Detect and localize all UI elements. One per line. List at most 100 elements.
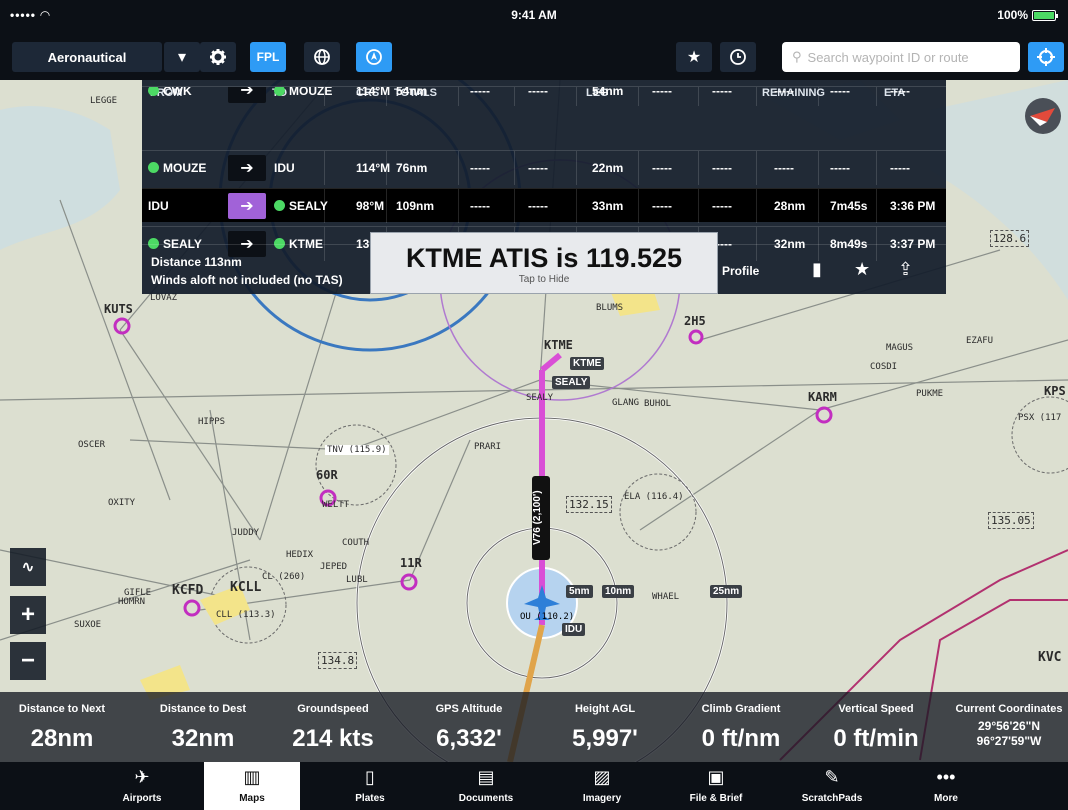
- share-icon[interactable]: ⇪: [898, 259, 913, 280]
- inst-value: 6,332': [436, 725, 502, 752]
- route-draw-button[interactable]: ∿: [10, 548, 46, 586]
- column-divider: [638, 87, 639, 106]
- column-divider: [324, 87, 325, 106]
- inst-groundspeed[interactable]: Groundspeed 214 kts: [268, 692, 398, 753]
- fpl-button[interactable]: FPL: [250, 42, 286, 72]
- inst-distance-next[interactable]: Distance to Next 28nm: [2, 692, 122, 753]
- map-label: SEALY: [526, 393, 554, 403]
- star-icon[interactable]: ★: [854, 259, 870, 280]
- airport-label[interactable]: KARM: [808, 390, 837, 404]
- map-layer-selector[interactable]: Aeronautical: [12, 42, 162, 72]
- search-input[interactable]: [807, 49, 1008, 65]
- flight-bag-icon[interactable]: ▮: [812, 259, 822, 280]
- fpl-totals: 76nm: [396, 161, 428, 175]
- airport-label[interactable]: KCFD: [172, 583, 203, 598]
- map-label: MAGUS: [886, 343, 914, 353]
- inst-value: 28nm: [30, 725, 94, 752]
- waypoint-tag-idu[interactable]: IDU: [562, 623, 586, 636]
- fpl-row[interactable]: MOUZE ➔ IDU 114°M 76nm ----- ----- 22nm ----- ---…: [142, 150, 946, 185]
- column-divider: [876, 151, 877, 185]
- clock-icon: [730, 49, 746, 65]
- fpl-from-text: CWK: [163, 86, 192, 98]
- airport-label[interactable]: 11R: [400, 556, 422, 570]
- fpl-from: MOUZE: [148, 161, 206, 175]
- airport-label[interactable]: KVC: [1038, 650, 1061, 665]
- plates-icon: ▯: [365, 767, 375, 787]
- tab-maps[interactable]: ▥ Maps: [204, 762, 300, 810]
- inst-gps-altitude[interactable]: GPS Altitude 6,332': [404, 692, 534, 753]
- airport-label[interactable]: KPS: [1044, 384, 1066, 398]
- direct-to-button[interactable]: ➔: [228, 193, 266, 219]
- airport-label[interactable]: KTME: [544, 338, 573, 352]
- inst-climb-gradient[interactable]: Climb Gradient 0 ft/nm: [676, 692, 806, 753]
- map-label: EZAFU: [966, 336, 994, 346]
- tab-scratchpads[interactable]: ✎ ScratchPads: [784, 762, 880, 810]
- airport-label[interactable]: 2H5: [684, 314, 706, 328]
- fpl-t3: -----: [528, 199, 548, 213]
- battery-percent: 100%: [997, 8, 1028, 22]
- zoom-out-button[interactable]: −: [10, 642, 46, 680]
- fpl-to-text: IDU: [274, 161, 295, 175]
- column-divider: [756, 189, 757, 223]
- map-label: SUXOE: [74, 620, 102, 630]
- arrow-right-icon: ➔: [240, 86, 254, 99]
- map-label: LEGGE: [90, 96, 118, 106]
- inst-height-agl[interactable]: Height AGL 5,997': [540, 692, 670, 753]
- compass-button[interactable]: [356, 42, 392, 72]
- waypoint-tag-sealy[interactable]: SEALY: [552, 376, 591, 389]
- waypoint-tag-ktme[interactable]: KTME: [570, 357, 605, 370]
- inst-value: 5,997': [572, 725, 638, 752]
- inst-value: 214 kts: [292, 725, 374, 752]
- column-divider: [818, 151, 819, 185]
- fpl-row[interactable]: CWK ➔ MOUZE 114°M 54nm ----- ----- 54nm ----- ---…: [142, 86, 946, 106]
- history-button[interactable]: [720, 42, 756, 72]
- inst-label: Climb Gradient: [701, 703, 781, 715]
- column-divider: [876, 87, 877, 106]
- fpl-eta: -----: [890, 161, 910, 175]
- airport-label[interactable]: 60R: [316, 468, 338, 482]
- settings-button[interactable]: [200, 42, 236, 72]
- inst-vertical-speed[interactable]: Vertical Speed 0 ft/min: [806, 692, 946, 753]
- search-box[interactable]: ⚲: [782, 42, 1020, 72]
- fpl-totals: 109nm: [396, 199, 435, 213]
- profile-button[interactable]: Profile: [722, 264, 759, 278]
- top-toolbar: Aeronautical ▾ FPL ★ ⚲: [0, 30, 1068, 80]
- inst-latitude: 29°56'26"N: [977, 719, 1041, 733]
- map-label: PSX (117: [1018, 413, 1062, 423]
- zoom-in-button[interactable]: +: [10, 596, 46, 634]
- tab-more[interactable]: ••• More: [898, 762, 994, 810]
- fpl-from: CWK: [148, 86, 192, 98]
- favorites-button[interactable]: ★: [676, 42, 712, 72]
- airport-label[interactable]: KUTS: [104, 302, 133, 316]
- direct-to-button[interactable]: ➔: [228, 155, 266, 181]
- search-icon: ⚲: [792, 49, 802, 64]
- fpl-totals: 54nm: [396, 86, 428, 98]
- arrow-right-icon: ➔: [240, 160, 254, 177]
- map-label: WHAEL: [652, 592, 680, 602]
- atis-banner[interactable]: KTME ATIS is 119.525 Tap to Hide: [370, 232, 718, 294]
- fpl-l2: -----: [652, 199, 672, 213]
- locate-button[interactable]: [1028, 42, 1064, 72]
- map-icon: ▥: [243, 767, 261, 787]
- layer-dropdown-button[interactable]: ▾: [164, 42, 200, 72]
- tab-airports[interactable]: ✈ Airports: [94, 762, 190, 810]
- inst-label: Distance to Next: [18, 703, 106, 715]
- column-divider: [514, 151, 515, 185]
- globe-button[interactable]: [304, 42, 340, 72]
- column-divider: [458, 189, 459, 223]
- tab-documents[interactable]: ▤ Documents: [438, 762, 534, 810]
- airway-label: V76 (2,100'): [532, 476, 550, 560]
- tab-file-brief[interactable]: ▣ File & Brief: [668, 762, 764, 810]
- inst-coordinates[interactable]: Current Coordinates 29°56'26"N 96°27'59"…: [950, 692, 1068, 749]
- direct-to-button[interactable]: ➔: [228, 86, 266, 103]
- fpl-row-active[interactable]: IDU ➔ SEALY 98°M 109nm ----- ----- 33nm ----- ---…: [142, 188, 946, 223]
- fpl-crs: 114°M: [356, 86, 391, 98]
- inst-distance-dest[interactable]: Distance to Dest 32nm: [138, 692, 268, 753]
- fpl-to-text: SEALY: [289, 199, 328, 213]
- tab-imagery[interactable]: ▨ Imagery: [554, 762, 650, 810]
- tab-plates[interactable]: ▯ Plates: [322, 762, 418, 810]
- map-label: GLANG: [612, 398, 640, 408]
- airport-label[interactable]: KCLL: [230, 580, 261, 595]
- column-divider: [698, 87, 699, 106]
- plus-icon: +: [20, 601, 35, 628]
